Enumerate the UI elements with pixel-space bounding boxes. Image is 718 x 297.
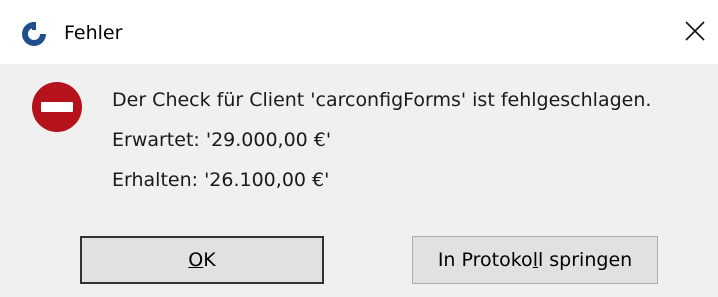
jump-to-log-button[interactable]: In Protoko l l springen — [412, 236, 658, 284]
ok-button-label-after: K — [203, 249, 216, 271]
error-message-line: Der Check für Client 'carconfigForms' is… — [112, 89, 652, 111]
error-stop-icon — [30, 80, 84, 134]
close-button[interactable] — [672, 6, 718, 58]
ok-button-mnemonic: O — [188, 249, 204, 271]
expected-value-line: Erwartet: '29.000,00 €' — [112, 129, 332, 151]
error-dialog: Fehler Der Check für Client 'carconfigFo… — [0, 0, 718, 297]
ok-button[interactable]: OK — [80, 236, 324, 284]
app-logo-icon — [20, 20, 48, 48]
title-bar: Fehler — [0, 0, 718, 64]
jump-button-label-before: In Protoko — [437, 249, 533, 271]
actual-value-line: Erhalten: '26.100,00 €' — [112, 169, 330, 191]
jump-button-label-after: l springen — [537, 249, 633, 271]
window-title: Fehler — [64, 22, 123, 44]
